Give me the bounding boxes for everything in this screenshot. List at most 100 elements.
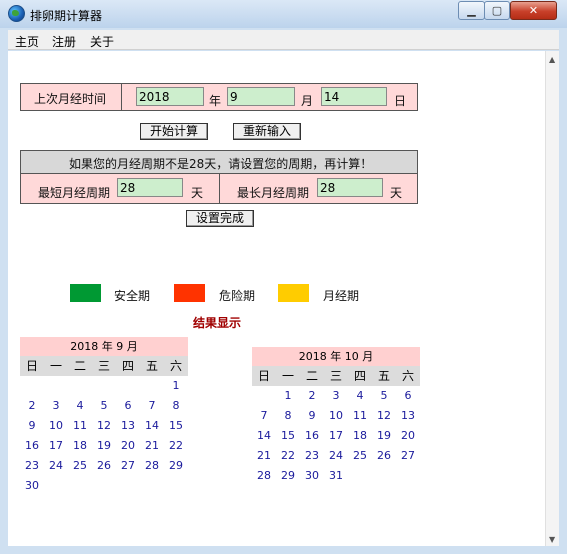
calendar-day [44,376,68,396]
calendar-day: 6 [404,389,412,402]
calendar-day: 16 [25,439,39,452]
calendar-day [396,466,420,486]
calendar-day: 24 [49,459,63,472]
calendar-day: 11 [73,419,87,432]
close-icon: ✕ [528,4,539,17]
maximize-icon: ▢ [491,4,503,17]
weekday-label: 四 [353,369,366,383]
calendar-day: 30 [305,469,319,482]
globe-icon [8,5,25,22]
calendar-day: 13 [121,419,135,432]
calendar-day: 14 [145,419,159,432]
minimize-icon: ▁ [467,4,476,17]
calendar-day [20,376,44,396]
calendar-week-row: 7 8 9 10 11 12 13 [252,406,420,426]
safe-period-label: 安全期 [114,289,151,303]
calendar-day: 30 [25,479,39,492]
calendar-day: 26 [97,459,111,472]
calendar-day: 8 [284,409,292,422]
calendar-day: 23 [305,449,319,462]
weekday-label: 五 [377,369,390,383]
calendar-day: 4 [356,389,364,402]
calendar-day [164,476,188,496]
year-input[interactable] [136,87,204,106]
min-cycle-input[interactable] [117,178,183,197]
settings-done-button[interactable]: 设置完成 [186,210,254,227]
calendar-title: 2018 年 9 月 [20,337,188,356]
minimize-button[interactable]: ▁ [458,1,485,20]
calendar-day: 11 [353,409,367,422]
danger-period-swatch [174,284,205,302]
calendar-day [68,376,92,396]
calendar-day [372,466,396,486]
calendar-week-row: 30 [20,476,188,496]
calendar-day [116,376,140,396]
calendar-day: 29 [281,469,295,482]
calendar-day: 19 [377,429,391,442]
calendar-day: 7 [148,399,156,412]
weekday-label: 五 [145,359,158,373]
maximize-button[interactable]: ▢ [484,1,510,20]
max-cycle-unit: 天 [390,186,403,200]
content-area: 上次月经时间 年 月 日 开始计算 重新输入 如果您的月经周期不是28天，请设置… [8,51,545,546]
divider [121,84,122,110]
calendar-week-row: 14 15 16 17 18 19 20 [252,426,420,446]
last-period-box: 上次月经时间 年 月 日 [20,83,418,111]
calendar-day: 18 [73,439,87,452]
calendar-day: 12 [97,419,111,432]
calendar-day: 16 [305,429,319,442]
calendar-day: 22 [169,439,183,452]
menu-item-home[interactable]: 主页 [15,33,39,50]
month-input[interactable] [227,87,295,106]
calendar-week-row: 9 10 11 12 13 14 15 [20,416,188,436]
window-title: 排卵期计算器 [30,9,103,23]
calendar-week-row: 21 22 23 24 25 26 27 [252,446,420,466]
close-button[interactable]: ✕ [510,1,557,20]
calendar-day: 4 [76,399,84,412]
cycle-notice-bar: 如果您的月经周期不是28天，请设置您的周期，再计算！ [21,151,417,173]
calendar-day: 5 [380,389,388,402]
calendar-september: 2018 年 9 月日一二三四五六 1 2 3 4 5 6 7 8 9 10 11 12 13 14 15 16… [20,337,188,496]
calendar-day [92,376,116,396]
calendar-day: 1 [172,379,180,392]
divider [219,173,220,203]
scroll-down-icon[interactable]: ▼ [549,535,555,544]
scroll-up-icon[interactable]: ▲ [549,55,555,64]
menu-bar: 主页 注册 关于 [8,30,559,50]
calendar-day: 3 [52,399,60,412]
calendar-october: 2018 年 10 月日一二三四五六 1 2 3 4 5 6 7 8 9 10 11 12 13 14 15 1… [252,347,420,486]
start-calc-button[interactable]: 开始计算 [140,123,208,140]
calendar-day: 3 [332,389,340,402]
min-cycle-label: 最短月经周期 [38,186,111,200]
calendar-day: 18 [353,429,367,442]
calendar-day: 28 [257,469,271,482]
menu-item-about[interactable]: 关于 [90,33,114,50]
calendar-day: 14 [257,429,271,442]
month-unit: 月 [301,94,314,108]
result-title: 结果显示 [193,316,242,330]
vertical-scrollbar[interactable]: ▲ ▼ [545,51,559,546]
day-input[interactable] [321,87,387,106]
calendar-day: 20 [401,429,415,442]
last-period-label: 上次月经时间 [34,92,107,106]
calendar-day: 15 [281,429,295,442]
weekday-label: 日 [25,359,38,373]
weekday-label: 六 [169,359,182,373]
reset-button[interactable]: 重新输入 [233,123,301,140]
calendar-day: 7 [260,409,268,422]
calendar-week-row: 28 29 30 31 [252,466,420,486]
calendar-day: 25 [73,459,87,472]
calendar-day: 15 [169,419,183,432]
calendar-day: 22 [281,449,295,462]
calendar-day [68,476,92,496]
calendar-day: 2 [28,399,36,412]
weekday-label: 三 [329,369,342,383]
menu-item-register[interactable]: 注册 [52,33,76,50]
cycle-settings-box: 如果您的月经周期不是28天，请设置您的周期，再计算！ 最短月经周期 天 最长月经… [20,150,418,204]
menstrual-period-swatch [278,284,309,302]
calendar-day: 5 [100,399,108,412]
calendar-day [116,476,140,496]
danger-period-label: 危险期 [219,289,256,303]
max-cycle-input[interactable] [317,178,383,197]
calendar-day: 23 [25,459,39,472]
